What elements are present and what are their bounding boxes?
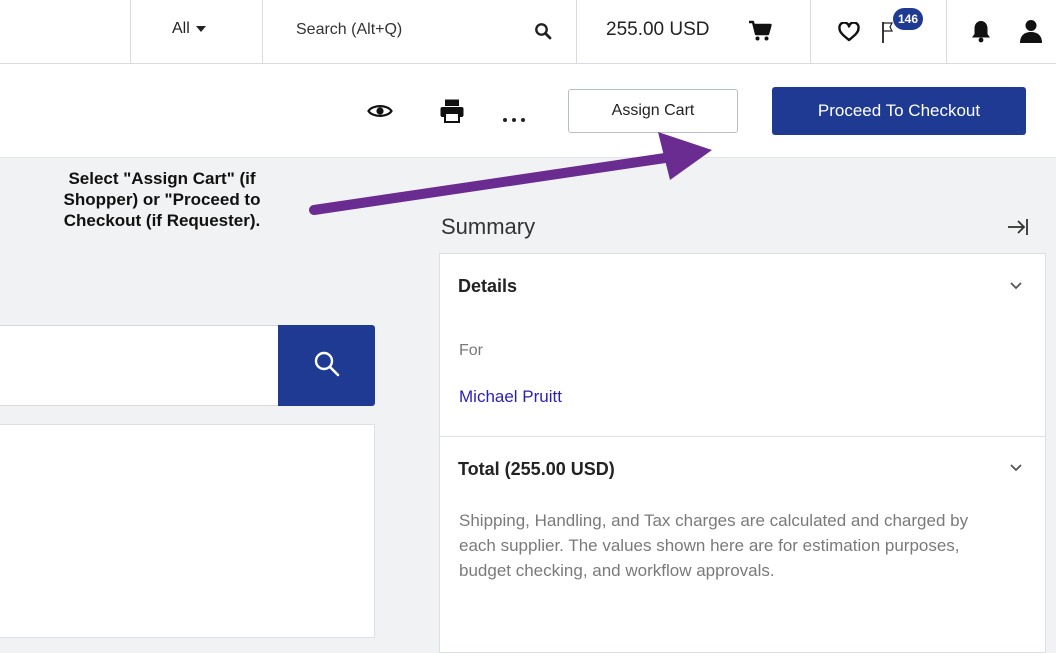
top-navigation-bar: All Search (Alt+Q) 255.00 USD 146 [0,0,1056,64]
divider [810,0,811,64]
user-icon[interactable] [1018,18,1044,49]
cart-total[interactable]: 255.00 USD [606,19,710,41]
assign-cart-button[interactable]: Assign Cart [568,89,738,133]
requester-name-link[interactable]: Michael Pruitt [459,387,562,407]
total-description: Shipping, Handling, and Tax charges are … [459,511,969,580]
collapse-right-icon[interactable] [1006,216,1030,243]
divider [262,0,263,64]
search-icon [313,350,341,383]
printer-icon[interactable] [439,98,465,129]
chevron-down-icon[interactable] [1008,460,1024,478]
catalog-search-button[interactable] [278,325,375,406]
notification-count-badge: 146 [893,8,924,30]
chevron-down-icon[interactable] [1008,278,1024,296]
search-input[interactable]: Search (Alt+Q) [296,21,402,39]
catalog-search-input[interactable] [0,325,280,406]
flag-icon[interactable] [880,20,894,49]
annotation-line: Shopper) or "Proceed to [63,190,261,209]
summary-card: Details For Michael Pruitt Total (255.00… [439,253,1046,653]
divider [576,0,577,64]
proceed-to-checkout-button[interactable]: Proceed To Checkout [772,87,1026,135]
cart-toolbar: Assign Cart Proceed To Checkout [0,64,1056,158]
search-icon[interactable] [534,22,552,45]
instruction-annotation: Select "Assign Cart" (if Shopper) or "Pr… [12,168,312,231]
summary-title: Summary [441,214,536,239]
cart-icon[interactable] [748,20,772,47]
divider [946,0,947,64]
section-divider [440,436,1045,437]
divider [130,0,131,64]
caret-down-icon [195,26,206,32]
cart-items-panel [0,424,375,638]
annotation-line: Checkout (if Requester). [63,211,261,230]
details-heading[interactable]: Details [458,276,517,297]
heart-icon[interactable] [838,21,860,47]
search-scope-value: All [172,20,190,37]
for-label: For [459,342,483,359]
search-scope-dropdown[interactable]: All [172,20,206,38]
bell-icon[interactable] [970,19,992,48]
total-heading[interactable]: Total (255.00 USD) [458,459,615,480]
annotation-line: Select "Assign Cart" (if [68,169,256,188]
eye-icon[interactable] [367,102,393,125]
more-icon[interactable] [502,110,526,128]
